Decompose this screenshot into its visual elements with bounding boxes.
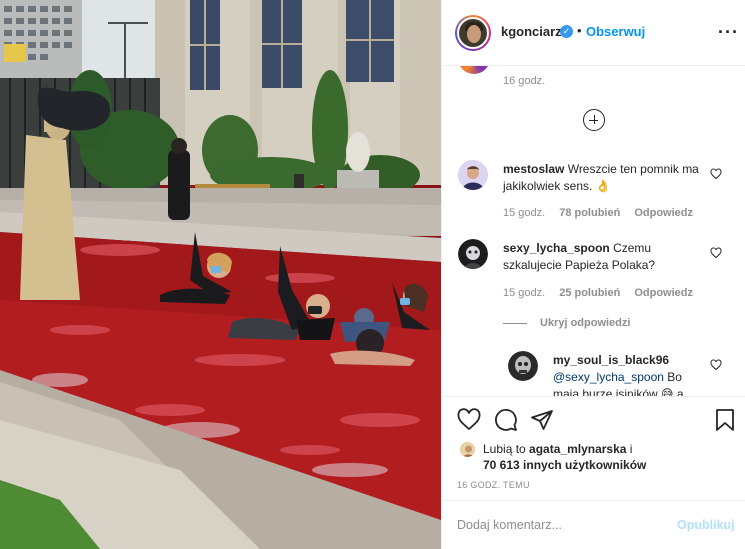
author-username[interactable]: kgonciarz bbox=[501, 24, 562, 39]
author-avatar[interactable] bbox=[455, 15, 491, 51]
like-reply-heart-icon[interactable] bbox=[710, 359, 722, 371]
comment-meta: 15 godz. 78 polubień Odpowiedz bbox=[503, 207, 707, 219]
comments-list: 16 godz. mestoslaw Wreszcie ten pomnik m… bbox=[442, 66, 745, 396]
comment-input[interactable] bbox=[457, 515, 657, 535]
reply-body: my_soul_is_black96 @sexy_lycha_spoon Bo … bbox=[553, 352, 699, 396]
like-comment-heart-icon[interactable] bbox=[710, 247, 722, 259]
header-separator: • bbox=[577, 23, 582, 38]
likes-count[interactable]: 70 613 innych użytkowników bbox=[483, 458, 646, 472]
save-bookmark-icon[interactable] bbox=[713, 408, 737, 432]
comment-likes-count[interactable]: 25 polubień bbox=[559, 287, 620, 299]
previous-comment-avatar[interactable] bbox=[458, 66, 490, 74]
comment-body: mestoslaw Wreszcie ten pomnik ma jakikol… bbox=[503, 161, 703, 195]
share-paper-plane-icon[interactable] bbox=[530, 408, 554, 432]
post-actions: Lubią to agata_mlynarska i 70 613 innych… bbox=[442, 396, 745, 500]
comment-author[interactable]: mestoslaw bbox=[503, 162, 564, 176]
avatar-image bbox=[508, 351, 538, 381]
follow-button[interactable]: Obserwuj bbox=[586, 24, 645, 39]
publish-button[interactable]: Opublikuj bbox=[677, 518, 735, 532]
comment-author[interactable]: sexy_lycha_spoon bbox=[503, 241, 610, 255]
reply-button[interactable]: Odpowiedz bbox=[634, 207, 693, 219]
comment-body: sexy_lycha_spoon Czemu szkalujecie Papie… bbox=[503, 240, 703, 274]
comment-time: 15 godz. bbox=[503, 287, 546, 299]
liker-avatar[interactable] bbox=[459, 441, 476, 458]
avatar-image bbox=[458, 239, 488, 269]
liker-username[interactable]: agata_mlynarska bbox=[529, 442, 626, 456]
previous-comment-time: 16 godz. bbox=[503, 75, 546, 87]
post-photo bbox=[0, 0, 441, 549]
reply-author[interactable]: my_soul_is_black96 bbox=[553, 353, 669, 367]
avatar-image bbox=[458, 160, 488, 190]
reply-avatar[interactable] bbox=[508, 351, 538, 381]
add-comment-bar: Opublikuj bbox=[442, 500, 745, 549]
reply-button[interactable]: Odpowiedz bbox=[634, 287, 693, 299]
like-heart-icon[interactable] bbox=[457, 408, 481, 432]
post-header: kgonciarz ✓ • Obserwuj ··· bbox=[442, 0, 745, 66]
hide-replies-button[interactable]: Ukryj odpowiedzi bbox=[503, 317, 630, 329]
load-more-comments-icon[interactable] bbox=[583, 109, 605, 131]
comment-bubble-icon[interactable] bbox=[494, 408, 518, 432]
likes-summary: Lubią to agata_mlynarska i bbox=[483, 442, 632, 456]
reply-mention[interactable]: @sexy_lycha_spoon bbox=[553, 370, 664, 384]
avatar-image bbox=[460, 442, 475, 457]
verified-badge-icon: ✓ bbox=[560, 25, 573, 38]
fountain-protest-photo bbox=[0, 0, 441, 549]
like-comment-heart-icon[interactable] bbox=[710, 168, 722, 180]
comment-avatar[interactable] bbox=[458, 160, 488, 190]
post-side-panel: kgonciarz ✓ • Obserwuj ··· 16 godz. mest… bbox=[441, 0, 745, 549]
comment-time: 15 godz. bbox=[503, 207, 546, 219]
likes-prefix: Lubią to bbox=[483, 442, 526, 456]
comment-meta: 15 godz. 25 polubień Odpowiedz bbox=[503, 287, 707, 299]
comment-avatar[interactable] bbox=[458, 239, 488, 269]
more-horizontal-icon[interactable]: ··· bbox=[718, 22, 739, 43]
author-avatar-image bbox=[457, 17, 489, 49]
post-timestamp[interactable]: 16 GODZ. TEMU bbox=[457, 480, 530, 490]
likes-suffix: i bbox=[629, 442, 633, 456]
comment-likes-count[interactable]: 78 polubień bbox=[559, 207, 620, 219]
